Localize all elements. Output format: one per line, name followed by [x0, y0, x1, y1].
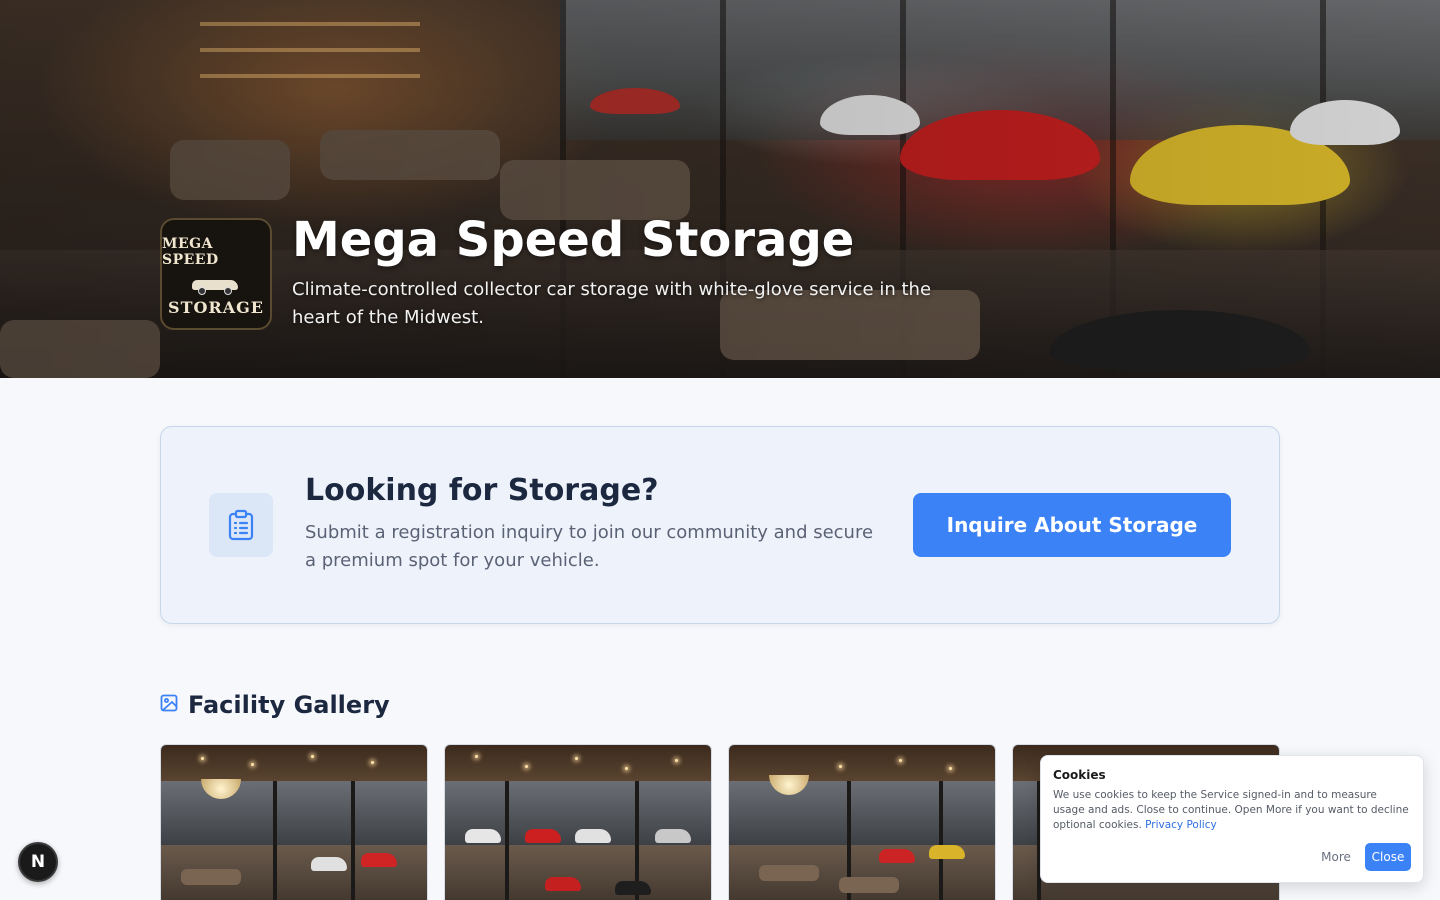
cookie-more-button[interactable]: More [1313, 843, 1359, 871]
nextjs-dev-badge[interactable]: N [18, 842, 58, 882]
hero-banner: MEGA SPEED STORAGE Mega Speed Storage Cl… [0, 0, 1440, 378]
cookie-consent-panel: Cookies We use cookies to keep the Servi… [1040, 755, 1424, 883]
cookie-text: We use cookies to keep the Service signe… [1053, 788, 1411, 833]
page-title: Mega Speed Storage [292, 212, 855, 268]
cookie-message: We use cookies to keep the Service signe… [1053, 789, 1409, 831]
inquire-about-storage-button[interactable]: Inquire About Storage [913, 493, 1231, 557]
cookie-title: Cookies [1053, 768, 1106, 782]
gallery-image-1[interactable] [160, 744, 428, 900]
privacy-policy-link[interactable]: Privacy Policy [1145, 819, 1217, 831]
storage-inquiry-card: Looking for Storage? Submit a registrati… [160, 426, 1280, 624]
gallery-heading: Facility Gallery [160, 688, 390, 722]
brand-logo: MEGA SPEED STORAGE [160, 218, 272, 330]
image-icon [160, 694, 178, 716]
inquiry-description: Submit a registration inquiry to join ou… [305, 522, 874, 571]
gallery-image-2[interactable] [444, 744, 712, 900]
logo-car-icon [188, 274, 244, 295]
cookie-close-button[interactable]: Close [1365, 843, 1411, 871]
gallery-image-3[interactable] [728, 744, 996, 900]
gallery-title: Facility Gallery [188, 691, 390, 719]
logo-top-text: MEGA SPEED [162, 235, 219, 268]
hero-subtitle: Climate-controlled collector car storage… [292, 279, 932, 328]
clipboard-list-icon [209, 493, 273, 557]
inquiry-title: Looking for Storage? [305, 473, 659, 508]
logo-bottom-text: STORAGE [168, 297, 264, 317]
